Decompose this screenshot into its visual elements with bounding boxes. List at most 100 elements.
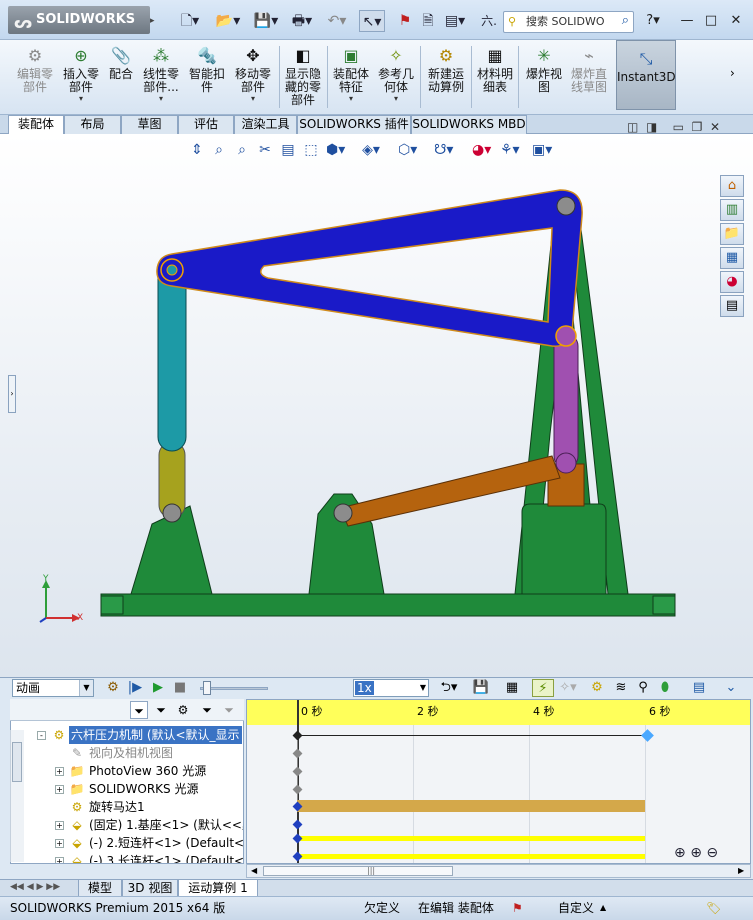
tab-sketch[interactable]: 草图 (121, 115, 178, 134)
tree-item-lights[interactable]: + 📁 SOLIDWORKS 光源 (11, 780, 243, 798)
filter-animated-icon[interactable]: ⏷ (152, 701, 170, 719)
add-key-icon[interactable]: ✧▾ (558, 679, 578, 697)
close-button[interactable]: ✕ (725, 11, 747, 31)
motor-bar[interactable] (297, 800, 645, 812)
maximize-button[interactable]: □ (700, 11, 722, 31)
doc-close-icon[interactable]: ✕ (710, 120, 720, 134)
playback-speed-select[interactable]: 1x ▼ (353, 679, 429, 697)
insert-components-button[interactable]: ⊕ 插入零部件 ▾ (58, 42, 104, 112)
tab-evaluate[interactable]: 评估 (178, 115, 234, 134)
tree-item-rotary-motor[interactable]: ⚙ 旋转马达1 (11, 798, 243, 816)
contact-icon[interactable]: ⚲ (634, 679, 652, 697)
study-type-select[interactable]: 动画 ▼ (12, 679, 94, 697)
play-from-start-icon[interactable]: |▶ (126, 679, 144, 697)
undo-icon[interactable]: ↶▾ (323, 10, 351, 32)
exploded-view-button[interactable]: ✳ 爆炸视图 (522, 42, 566, 112)
split-horizontal-icon[interactable]: ◫ (627, 120, 638, 134)
tree-item-base[interactable]: + ⬙ (固定) 1.基座<1> (默认<<默 (11, 816, 243, 834)
collapse-icon[interactable]: - (37, 731, 46, 740)
stop-icon[interactable]: ■ (172, 679, 188, 697)
tab-motion-study[interactable]: 运动算例 1 (178, 880, 258, 897)
search-input[interactable]: 搜索 SOLIDWO (526, 15, 605, 28)
key-point[interactable] (292, 819, 303, 830)
animation-wizard-icon[interactable]: ▦ (502, 679, 522, 697)
timeline-scrollbar[interactable]: ◀ ||| ▶ (246, 864, 751, 878)
tree-item-camera-view[interactable]: ✎ 视向及相机视图 (11, 744, 243, 762)
filter-icon[interactable]: ⏷ (130, 701, 148, 719)
filter-results-icon[interactable]: ⏷ (220, 701, 238, 719)
zoom-in-icon[interactable]: ⊕ (690, 845, 702, 861)
results-icon[interactable]: ▤ (690, 679, 708, 697)
motor-icon[interactable]: ⚙ (588, 679, 606, 697)
playback-slider[interactable] (200, 681, 268, 695)
instant3d-button[interactable]: ⤡ Instant3D (616, 40, 676, 110)
tab-solidworks-addins[interactable]: SOLIDWORKS 插件 (297, 115, 411, 134)
expand-icon[interactable]: + (55, 785, 64, 794)
tab-assembly[interactable]: 装配体 (8, 115, 64, 134)
gravity-icon[interactable]: ⬮ (656, 679, 674, 697)
reference-geometry-button[interactable]: ✧ 参考几何体 ▾ (374, 42, 418, 112)
tab-3d-view[interactable]: 3D 视图 (122, 880, 178, 897)
expand-icon[interactable]: + (55, 767, 64, 776)
search-icon[interactable]: ⌕ (622, 11, 629, 31)
tab-scroll-icon[interactable]: ◀◀ ◀ ▶ ▶▶ (10, 882, 60, 892)
base-plate[interactable] (100, 593, 676, 617)
tag-icon[interactable]: 🏷 (706, 897, 721, 919)
play-icon[interactable]: ▶ (150, 679, 166, 697)
tree-item-short-link[interactable]: + ⬙ (-) 2.短连杆<1> (Default<< (11, 834, 243, 852)
tree-scrollbar[interactable] (10, 730, 24, 862)
short-link-bar[interactable] (297, 836, 645, 841)
time-ruler[interactable]: 0 秒 2 秒 4 秒 6 秒 (247, 700, 750, 725)
search-box[interactable]: ⚲ 搜索 SOLIDWO ⌕ (503, 11, 634, 33)
solidworks-logo[interactable]: ᔕ SOLIDWORKS (8, 6, 150, 34)
split-vertical-icon[interactable]: ◨ (646, 120, 657, 134)
open-icon[interactable]: 📂▾ (214, 10, 242, 32)
more-tools-icon[interactable]: › (730, 66, 735, 80)
menu-expand-icon[interactable]: ▸ (150, 10, 158, 32)
zoom-fit-icon[interactable]: ⊕ (674, 845, 686, 861)
spring-icon[interactable]: ≋ (612, 679, 630, 697)
doc-minimize-icon[interactable]: ▭ (673, 120, 684, 134)
long-link-bar[interactable] (297, 854, 645, 859)
show-hidden-button[interactable]: ◧ 显示隐藏的零部件 (281, 42, 325, 112)
filter-driving-icon[interactable]: ⚙ (174, 701, 192, 719)
units-chevron-icon[interactable]: ▲ (600, 897, 606, 919)
timeline[interactable]: 0 秒 2 秒 4 秒 6 秒 (246, 699, 751, 864)
rebuild-icon[interactable]: ⚑ (396, 10, 414, 32)
calculate-icon[interactable]: ⚙ (104, 679, 122, 697)
long-link[interactable] (157, 260, 187, 452)
file-properties-icon[interactable]: 🗎 (418, 10, 438, 32)
collapse-motion-manager-icon[interactable]: ⌄ (722, 679, 740, 697)
key-point-end[interactable] (641, 729, 654, 742)
press-block[interactable] (521, 503, 607, 595)
expand-icon[interactable]: + (55, 839, 64, 848)
tab-solidworks-mbd[interactable]: SOLIDWORKS MBD (411, 115, 527, 134)
save-animation-icon[interactable]: 💾 (472, 679, 490, 697)
new-icon[interactable]: 🗋▾ (176, 10, 204, 32)
select-icon[interactable]: ↖▾ (359, 10, 385, 32)
assembly-features-button[interactable]: ▣ 装配体特征 ▾ (329, 42, 373, 112)
triangular-link[interactable] (156, 189, 583, 347)
tree-item-photoview-lights[interactable]: + 📁 PhotoView 360 光源 (11, 762, 243, 780)
status-units[interactable]: 自定义 (558, 897, 594, 919)
new-motion-study-button[interactable]: ⚙ 新建运动算例 (423, 42, 469, 112)
mate-button[interactable]: 📎 配合 (104, 42, 138, 112)
print-icon[interactable]: 🖶▾ (288, 10, 316, 32)
help-button[interactable]: ?▾ (642, 11, 664, 31)
linear-pattern-button[interactable]: ⁂ 线性零部件... ▾ (138, 42, 184, 112)
save-icon[interactable]: 💾▾ (252, 10, 280, 32)
playback-mode-icon[interactable]: ⮌▾ (434, 679, 464, 697)
options-icon[interactable]: ▤▾ (442, 10, 468, 32)
tab-render-tools[interactable]: 渲染工具 (234, 115, 297, 134)
tab-layout[interactable]: 布局 (64, 115, 121, 134)
tree-item-assembly[interactable]: - ⚙ 六杆压力机制 (默认<默认_显示 (11, 726, 243, 744)
vertical-link[interactable] (553, 333, 579, 469)
tab-model[interactable]: 模型 (78, 880, 122, 897)
tree-item-long-link[interactable]: + ⬙ (-) 3.长连杆<1> (Default<< (11, 852, 243, 863)
move-component-button[interactable]: ✥ 移动零部件 ▾ (230, 42, 276, 112)
smart-fasteners-button[interactable]: 🔩 智能扣件 (184, 42, 230, 112)
key-point[interactable] (292, 730, 303, 741)
minimize-button[interactable]: — (676, 11, 698, 31)
mechanism-model[interactable]: Y X (0, 134, 753, 677)
explode-line-sketch-button[interactable]: ⌁ 爆炸直线草图 (566, 42, 612, 112)
